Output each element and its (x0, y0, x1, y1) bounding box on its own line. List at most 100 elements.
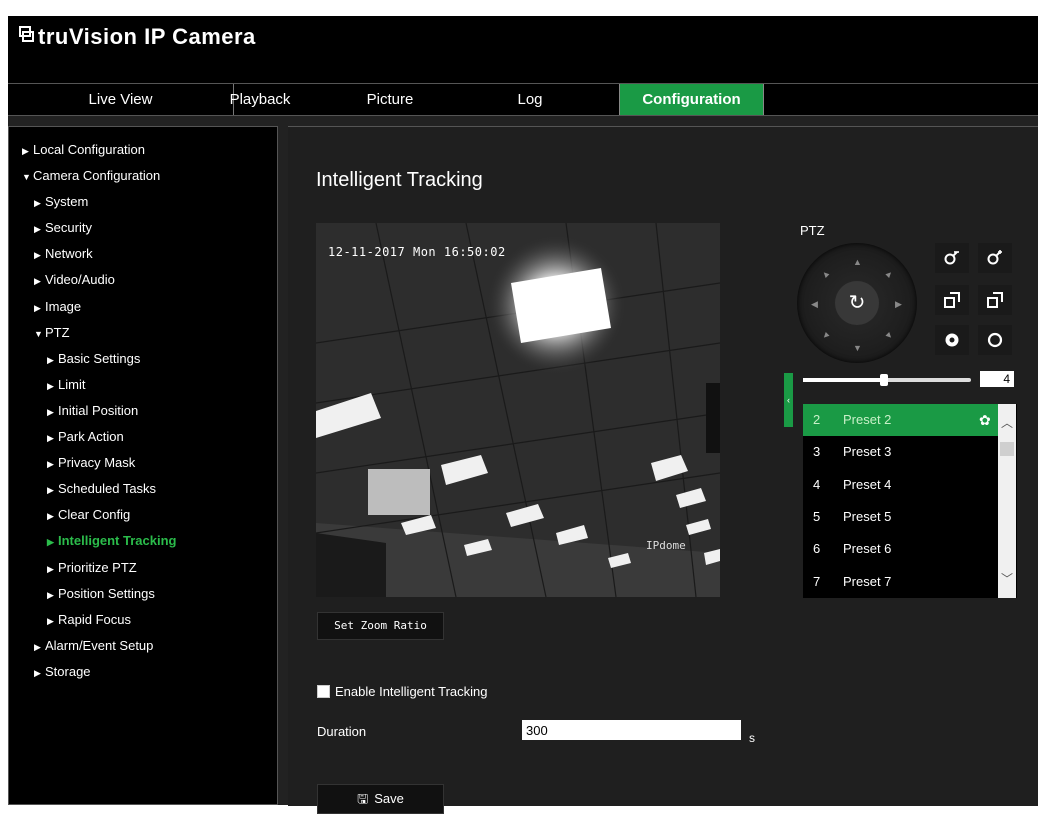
ptz-speed-slider[interactable] (803, 374, 971, 386)
sidebar-item-label: Camera Configuration (33, 168, 161, 183)
duration-unit: s (749, 731, 755, 745)
expand-arrow-icon: ▶ (47, 616, 54, 626)
sidebar-item-scheduled-tasks[interactable]: ▶ Scheduled Tasks (47, 479, 156, 499)
preset-name: Preset 5 (843, 509, 892, 524)
focus-far-icon (987, 292, 1003, 308)
preset-row[interactable]: 5 Preset 5 (803, 501, 998, 533)
ptz-down-left-icon[interactable]: ▲ (819, 329, 832, 342)
expand-arrow-icon: ▶ (34, 198, 41, 208)
sidebar-item-camera-configuration[interactable]: ▼ Camera Configuration (22, 166, 160, 186)
preset-name: Preset 4 (843, 477, 892, 492)
sidebar-item-label: Network (45, 246, 93, 261)
iris-close-icon[interactable] (935, 325, 969, 355)
header: truVision IP Camera (8, 16, 1038, 83)
sidebar-item-prioritize-ptz[interactable]: ▶ Prioritize PTZ (47, 558, 137, 578)
video-osd-name: IPdome (646, 539, 686, 552)
save-button[interactable]: 🖫 Save (317, 784, 444, 814)
ptz-left-icon[interactable]: ◀ (811, 299, 818, 310)
preset-number: 2 (813, 412, 821, 427)
sidebar-item-initial-position[interactable]: ▶ Initial Position (47, 401, 138, 421)
collapse-arrow-icon: ▼ (22, 172, 31, 182)
preset-row[interactable]: 2 Preset 2 ✿ (803, 404, 998, 436)
sidebar-item-security[interactable]: ▶ Security (34, 218, 92, 238)
floppy-disk-icon: 🖫 (357, 791, 369, 806)
tab-configuration[interactable]: Configuration (619, 84, 764, 115)
zoom-out-icon[interactable] (935, 243, 969, 273)
enable-tracking-label: Enable Intelligent Tracking (335, 684, 488, 699)
preset-scrollbar[interactable]: ︿ ﹀ (998, 404, 1016, 598)
iris-open-icon (987, 332, 1003, 348)
preset-row[interactable]: 4 Preset 4 (803, 469, 998, 501)
ptz-auto-scan-icon[interactable]: ↻ (835, 281, 879, 325)
enable-tracking-checkbox[interactable] (317, 685, 330, 698)
slider-fill (803, 378, 884, 382)
preset-number: 7 (813, 574, 821, 589)
focus-far-icon[interactable] (978, 285, 1012, 315)
sidebar-item-clear-config[interactable]: ▶ Clear Config (47, 505, 130, 525)
sidebar-item-label: Position Settings (58, 586, 155, 601)
preset-row[interactable]: 6 Preset 6 (803, 533, 998, 565)
sidebar-item-limit[interactable]: ▶ Limit (47, 375, 85, 395)
iris-open-icon[interactable] (978, 325, 1012, 355)
expand-arrow-icon: ▶ (34, 276, 41, 286)
sidebar-item-label: Alarm/Event Setup (45, 638, 154, 653)
tab-playback[interactable]: Playback (208, 84, 312, 115)
ptz-right-icon[interactable]: ▶ (895, 299, 902, 310)
sidebar-item-label: Privacy Mask (58, 455, 136, 470)
sidebar-item-alarm-event-setup[interactable]: ▶ Alarm/Event Setup (34, 636, 153, 656)
expand-arrow-icon: ▶ (47, 459, 54, 469)
sidebar-item-system[interactable]: ▶ System (34, 192, 88, 212)
zoom-in-icon (987, 250, 1002, 265)
preset-name: Preset 3 (843, 444, 892, 459)
expand-arrow-icon: ▶ (22, 146, 29, 156)
app-window: truVision IP Camera Live View Playback P… (8, 16, 1038, 814)
scrollbar-thumb[interactable] (1000, 442, 1014, 456)
sidebar-item-local-configuration[interactable]: ▶ Local Configuration (22, 140, 145, 160)
sidebar-item-position-settings[interactable]: ▶ Position Settings (47, 584, 155, 604)
preset-row[interactable]: 3 Preset 3 (803, 436, 998, 468)
tab-live-view[interactable]: Live View (8, 84, 233, 115)
preset-row[interactable]: 7 Preset 7 (803, 566, 998, 598)
live-video-preview[interactable]: 12-11-2017 Mon 16:50:02 IPdome (316, 223, 720, 597)
focus-near-icon[interactable] (935, 285, 969, 315)
ptz-panel-collapse-icon[interactable]: ‹ (784, 373, 793, 427)
zoom-in-icon[interactable] (978, 243, 1012, 273)
brand-title: truVision IP Camera (38, 24, 256, 49)
enable-tracking-row: Enable Intelligent Tracking (317, 684, 487, 699)
sidebar-item-intelligent-tracking[interactable]: ▶ Intelligent Tracking (47, 531, 176, 551)
expand-arrow-icon: ▶ (34, 668, 41, 678)
ptz-direction-pad[interactable]: ▲ ▼ ◀ ▶ ▲ ▲ ▲ ▲ ↻ (797, 243, 917, 363)
ptz-up-icon[interactable]: ▲ (853, 257, 862, 267)
sidebar-item-rapid-focus[interactable]: ▶ Rapid Focus (47, 610, 131, 630)
tab-log[interactable]: Log (478, 84, 582, 115)
ptz-up-left-icon[interactable]: ▲ (819, 267, 832, 280)
collapse-arrow-icon: ▼ (34, 329, 43, 339)
tab-picture[interactable]: Picture (338, 84, 442, 115)
sidebar-item-ptz[interactable]: ▼ PTZ (34, 323, 70, 343)
gear-icon[interactable]: ✿ (979, 404, 991, 436)
sidebar-item-network[interactable]: ▶ Network (34, 244, 93, 264)
sidebar-item-park-action[interactable]: ▶ Park Action (47, 427, 124, 447)
expand-arrow-icon: ▶ (34, 642, 41, 652)
preset-number: 4 (813, 477, 821, 492)
sidebar-item-privacy-mask[interactable]: ▶ Privacy Mask (47, 453, 135, 473)
sidebar-item-video-audio[interactable]: ▶ Video/Audio (34, 270, 115, 290)
ptz-up-right-icon[interactable]: ▲ (883, 267, 896, 280)
sidebar-item-image[interactable]: ▶ Image (34, 297, 81, 317)
sidebar-tree: ▶ Local Configuration ▼ Camera Configurati… (8, 126, 278, 805)
slider-handle[interactable] (879, 374, 888, 386)
sidebar-item-basic-settings[interactable]: ▶ Basic Settings (47, 349, 140, 369)
ptz-down-right-icon[interactable]: ▲ (883, 329, 896, 342)
sidebar-item-label: Basic Settings (58, 351, 141, 366)
chevron-up-icon[interactable]: ︿ (998, 414, 1016, 432)
sidebar-item-label: Video/Audio (45, 272, 115, 287)
config-panel: Intelligent Tracking 12-11-2017 Mon 16:5… (288, 126, 1038, 814)
sidebar-item-storage[interactable]: ▶ Storage (34, 662, 91, 682)
duration-input[interactable] (522, 720, 741, 740)
chevron-down-icon[interactable]: ﹀ (998, 570, 1016, 588)
set-zoom-ratio-button[interactable]: Set Zoom Ratio (317, 612, 444, 640)
expand-arrow-icon: ▶ (47, 355, 54, 365)
ptz-down-icon[interactable]: ▼ (853, 343, 862, 353)
sidebar-item-label: Local Configuration (33, 142, 146, 157)
tracking-target-box (368, 469, 430, 515)
